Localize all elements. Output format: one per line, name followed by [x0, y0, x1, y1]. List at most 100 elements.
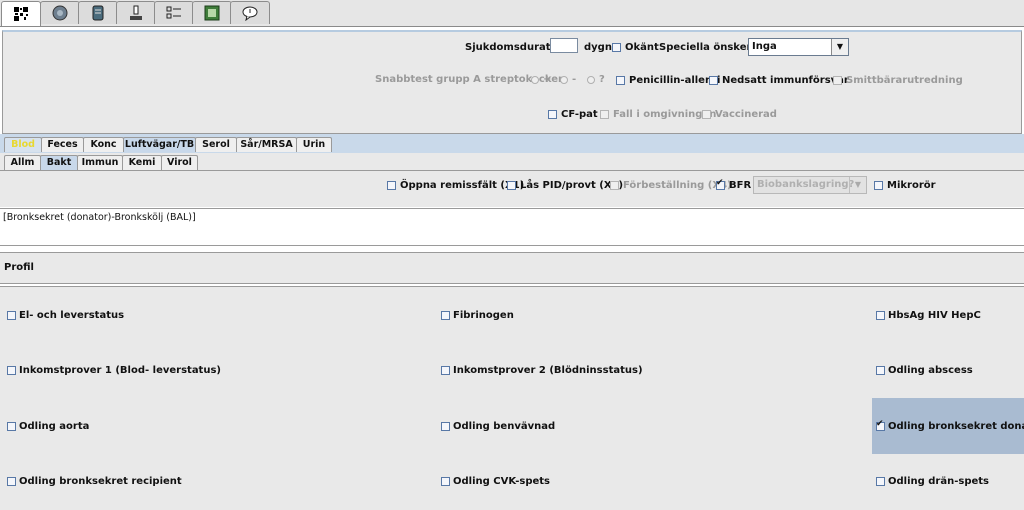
profile-option-label: Odling benvävnad	[453, 421, 556, 432]
bfr-label: BFR	[729, 180, 752, 191]
strep-minus-label: -	[572, 74, 577, 85]
lock-pid-label: Lås PID/provt (X2)	[520, 180, 624, 191]
selection-text: [Bronksekret (donator)-Bronkskölj (BAL)]	[3, 212, 196, 223]
profile-option[interactable]: Inkomstprover 1 (Blod- leverstatus)	[0, 360, 300, 380]
profile-checkbox[interactable]	[441, 422, 450, 431]
flask-icon	[130, 5, 142, 20]
strep-plus-radio[interactable]	[531, 76, 539, 84]
subtab-kemi[interactable]: Kemi	[122, 155, 162, 170]
duration-input[interactable]	[550, 38, 578, 53]
profile-option-label: Odling abscess	[888, 365, 973, 376]
toolbar-tab-chat[interactable]	[230, 1, 270, 24]
immune-label: Nedsatt immunförsvar	[722, 75, 849, 86]
tab-konc[interactable]: Konc	[83, 137, 124, 152]
case-label: Fall i omgivningen	[613, 109, 717, 120]
strep-minus-radio[interactable]	[560, 76, 568, 84]
penicillin-label: Penicillin-allergi	[629, 75, 721, 86]
profile-option-selected[interactable]: Odling bronksekret donator	[872, 398, 1024, 454]
profile-checkbox[interactable]	[7, 422, 16, 431]
profile-option-label: Odling CVK-spets	[453, 476, 551, 487]
preorder-checkbox[interactable]	[610, 181, 619, 190]
unknown-checkbox[interactable]	[612, 43, 621, 52]
checklist-icon	[166, 6, 181, 19]
strep-unknown-label: ?	[599, 74, 605, 85]
case-checkbox[interactable]	[600, 110, 609, 119]
penicillin-checkbox[interactable]	[616, 76, 625, 85]
tab-serol[interactable]: Serol	[195, 137, 237, 152]
dropdown-arrow-icon[interactable]: ▼	[831, 39, 848, 55]
profile-option[interactable]: El- och leverstatus	[0, 305, 300, 325]
profile-checkbox[interactable]	[876, 477, 885, 486]
toolbar-tab-globe[interactable]	[40, 1, 80, 24]
duration-unit: dygn	[584, 42, 612, 53]
lock-pid-checkbox[interactable]	[507, 181, 516, 190]
microtube-checkbox[interactable]	[874, 181, 883, 190]
open-referral-label: Öppna remissfält (X1)	[400, 180, 525, 191]
tab-feces[interactable]: Feces	[41, 137, 84, 152]
special-wish-select[interactable]: Inga ▼	[748, 38, 849, 56]
profile-checkbox[interactable]	[441, 477, 450, 486]
profile-option[interactable]: Odling benvävnad	[435, 416, 735, 436]
profile-option-label: Fibrinogen	[453, 310, 514, 321]
toolbar-tab-flask[interactable]	[116, 1, 156, 24]
bfr-checkbox[interactable]	[716, 178, 725, 190]
report-icon	[204, 5, 220, 21]
toolbar-tab-qr[interactable]	[1, 1, 41, 26]
toolbar-tab-report[interactable]	[192, 1, 232, 24]
biobank-select[interactable]: Biobankslagring? ▼	[753, 176, 867, 194]
profile-option[interactable]: Odling CVK-spets	[435, 471, 735, 491]
options-row: Öppna remissfält (X1) Lås PID/provt (X2)…	[0, 171, 1024, 207]
toolbar-tab-checklist[interactable]	[154, 1, 194, 24]
subtab-bakt[interactable]: Bakt	[40, 155, 78, 170]
selection-area[interactable]: [Bronksekret (donator)-Bronkskölj (BAL)]	[0, 208, 1024, 246]
profile-checkbox[interactable]	[876, 366, 885, 375]
subtab-virol[interactable]: Virol	[161, 155, 198, 170]
carrier-checkbox[interactable]	[833, 76, 842, 85]
tab-urin[interactable]: Urin	[296, 137, 332, 152]
profile-checkbox[interactable]	[441, 366, 450, 375]
dropdown-arrow-icon[interactable]: ▼	[849, 177, 866, 193]
profile-checkbox[interactable]	[876, 419, 885, 431]
top-toolbar	[0, 0, 1024, 27]
immune-checkbox[interactable]	[709, 76, 718, 85]
profile-checkbox[interactable]	[7, 477, 16, 486]
strep-plus-label: +	[543, 74, 552, 85]
cf-label: CF-pat	[561, 109, 598, 120]
profile-checkbox[interactable]	[7, 311, 16, 320]
profile-option[interactable]: Odling bronksekret recipient	[0, 471, 300, 491]
profile-option-label: Odling bronksekret donator	[888, 421, 1024, 432]
tab-luftvagar-tb[interactable]: Luftvägar/TB	[123, 137, 196, 152]
carrier-label: Smittbärarutredning	[846, 75, 963, 86]
profile-option[interactable]: Inkomstprover 2 (Blödninsstatus)	[435, 360, 735, 380]
profile-option-label: HbsAg HIV HepC	[888, 310, 981, 321]
profile-option[interactable]: Odling drän-spets	[872, 471, 1022, 491]
profile-checkbox[interactable]	[7, 366, 16, 375]
globe-icon	[52, 5, 68, 21]
profile-checkbox[interactable]	[441, 311, 450, 320]
cf-checkbox[interactable]	[548, 110, 557, 119]
toolbar-tab-document[interactable]	[78, 1, 118, 24]
profile-header: Profil	[0, 252, 1024, 284]
open-referral-checkbox[interactable]	[387, 181, 396, 190]
profile-option[interactable]: Odling aorta	[0, 416, 300, 436]
vaccinated-checkbox[interactable]	[702, 110, 711, 119]
vaccinated-label: Vaccinerad	[715, 109, 777, 120]
tab-blod[interactable]: Blod	[4, 137, 42, 152]
profile-option[interactable]: HbsAg HIV HepC	[872, 305, 1022, 325]
tab-sar-mrsa[interactable]: Sår/MRSA	[236, 137, 297, 152]
profile-option-label: Odling bronksekret recipient	[19, 476, 182, 487]
profile-label: Profil	[4, 262, 34, 273]
profile-option-label: Odling drän-spets	[888, 476, 990, 487]
patient-info-panel: Sjukdomsduration dygn Okänt Speciella ön…	[2, 30, 1022, 134]
strep-unknown-radio[interactable]	[587, 76, 595, 84]
subtab-immun[interactable]: Immun	[77, 155, 123, 170]
subtab-allm[interactable]: Allm	[4, 155, 41, 170]
profile-option-label: Odling aorta	[19, 421, 90, 432]
profile-option-label: El- och leverstatus	[19, 310, 125, 321]
profile-option[interactable]: Odling abscess	[872, 360, 1022, 380]
profile-option-label: Inkomstprover 1 (Blod- leverstatus)	[19, 365, 221, 376]
unknown-label: Okänt	[625, 42, 659, 53]
profile-option[interactable]: Fibrinogen	[435, 305, 735, 325]
profile-checkbox[interactable]	[876, 311, 885, 320]
profile-option-label: Inkomstprover 2 (Blödninsstatus)	[453, 365, 643, 376]
